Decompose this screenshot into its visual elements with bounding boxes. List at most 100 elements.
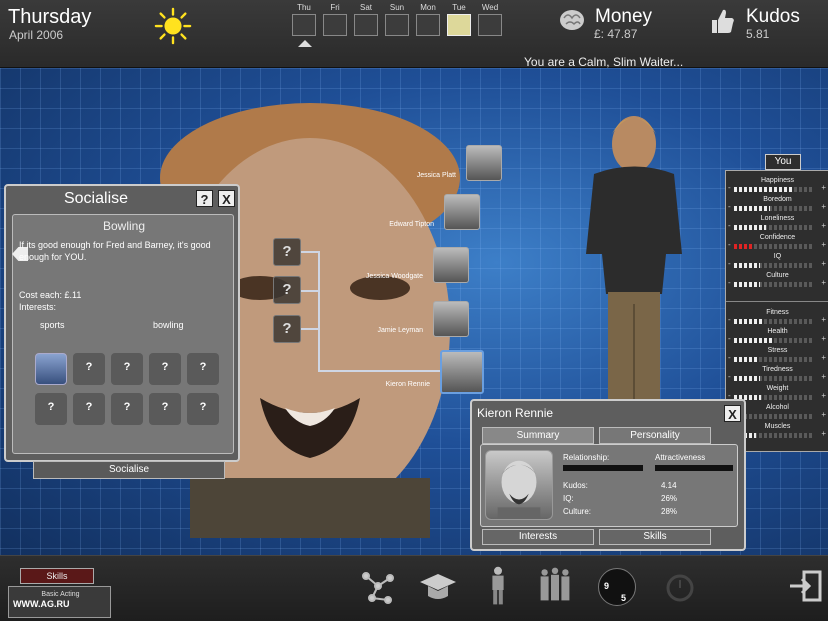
skills-box: Basic Acting WWW.AG.RU [8,586,111,618]
invite-slot[interactable]: ? [35,393,67,425]
invite-slot[interactable]: ? [187,393,219,425]
culture-label: Culture: [563,507,592,516]
interest-tag: sports [40,320,65,330]
skills-tab[interactable]: Skills [20,568,94,584]
stat-bar-fill [734,282,760,287]
stat-bar [728,202,826,212]
tab-personality[interactable]: Personality [599,427,711,444]
connector-line [300,328,320,330]
kudos-value: 5.81 [746,27,770,41]
stat-row: Tiredness [726,366,828,382]
close-button[interactable]: X [218,190,235,207]
activity-name[interactable]: Bowling [13,219,235,233]
invite-slot-filled[interactable] [35,353,67,385]
stat-name: Weight [766,385,789,392]
stat-bar-fill [734,376,760,381]
stat-row: Health [726,328,828,344]
contact-name: Jessica Platt [416,172,456,179]
brain-icon [560,10,584,30]
character-info-panel: Kieron Rennie X Summary Personality Rela… [470,399,746,551]
calendar-day[interactable]: Tue [447,3,471,36]
interest-tag: bowling [153,320,184,330]
stat-row: IQ [726,253,828,269]
connector-line [318,251,320,371]
calendar-day[interactable]: Fri [323,3,347,36]
summary-body: Relationship: Attractiveness Kudos: 4.14… [480,444,738,527]
sun-icon [154,7,192,45]
help-button[interactable]: ? [196,190,213,207]
invite-slot[interactable]: ? [149,393,181,425]
contact-name: Jessica Woodgate [365,273,423,280]
skills-button[interactable]: Skills [599,529,711,545]
stat-name: Loneliness [760,215,795,222]
stat-bar-fill [734,263,760,268]
stat-row: Culture [726,272,828,288]
invite-slot[interactable]: ? [111,393,143,425]
week-calendar: Thu Fri Sat Sun Mon Tue Wed [292,3,502,36]
clock-hour-right: 5 [621,593,627,603]
interests-button[interactable]: Interests [482,529,594,545]
stat-bar-fill [734,319,764,324]
status-text: You are a Calm, Slim Waiter... [524,55,684,69]
calendar-day[interactable]: Sun [385,3,409,36]
money-label: Money [595,6,653,27]
date-label: April 2006 [9,28,64,42]
stat-bar [728,221,826,231]
contact-portrait[interactable] [444,194,480,230]
stat-bar [728,259,826,269]
unknown-contact-slot[interactable]: ? [273,276,301,304]
money-value: £: 47.87 [594,27,638,41]
connector-line [318,370,440,372]
thumbs-up-icon [712,9,734,34]
group-icon[interactable] [535,566,575,606]
kudos-label: Kudos [746,6,800,27]
stat-name: Fitness [766,309,789,316]
invite-slot[interactable]: ? [187,353,219,385]
kudos-label: Kudos: [563,481,588,490]
close-button[interactable]: X [724,405,741,422]
connector-line [300,251,320,253]
clock-icon[interactable]: 9 5 [598,568,636,606]
stat-row: Happiness [726,177,828,193]
stat-name: Health [767,328,788,335]
top-bar: Thursday April 2006 Thu Fri Sat Sun Mon … [0,0,828,69]
graduation-cap-icon[interactable] [418,566,458,606]
network-icon[interactable] [358,566,398,606]
contact-name: Edward Tipton [389,221,434,228]
calendar-day[interactable]: Thu [292,3,316,36]
invite-slots: ? ? ? ? ? ? ? ? ? [35,353,225,425]
stat-bar [728,334,826,344]
invite-slot[interactable]: ? [111,353,143,385]
exit-icon[interactable] [786,566,826,606]
stat-bar [728,372,826,382]
socialise-button[interactable]: Socialise [33,461,225,479]
unknown-contact-slot[interactable]: ? [273,238,301,266]
activity-details: Bowling If its good enough for Fred and … [12,214,235,479]
invite-slot[interactable]: ? [73,353,105,385]
calendar-day[interactable]: Wed [478,3,502,36]
invite-slot[interactable]: ? [73,393,105,425]
stat-bar [728,278,826,288]
calendar-day[interactable]: Mon [416,3,440,36]
person-icon[interactable] [478,566,518,606]
you-tab[interactable]: You [765,154,801,170]
relationship-label: Relationship: [563,453,610,462]
character-portrait [485,450,553,520]
unknown-contact-slot[interactable]: ? [273,315,301,343]
character-name: Kieron Rennie [477,406,554,420]
stat-bar [728,315,826,325]
tab-summary[interactable]: Summary [482,427,594,444]
clock-hour-left: 9 [604,581,610,591]
stat-name: Boredom [763,196,792,203]
contact-portrait-selected[interactable] [440,350,484,394]
calendar-day[interactable]: Sat [354,3,378,36]
contact-name: Kieron Rennie [385,381,430,388]
contact-name: Jamie Leyman [377,327,423,334]
contact-portrait[interactable] [466,145,502,181]
contact-portrait[interactable] [433,301,469,337]
connector-line [300,290,320,292]
invite-slot[interactable]: ? [149,353,181,385]
kudos-value: 4.14 [661,481,677,490]
stat-bar-fill [734,338,772,343]
contact-portrait[interactable] [433,247,469,283]
